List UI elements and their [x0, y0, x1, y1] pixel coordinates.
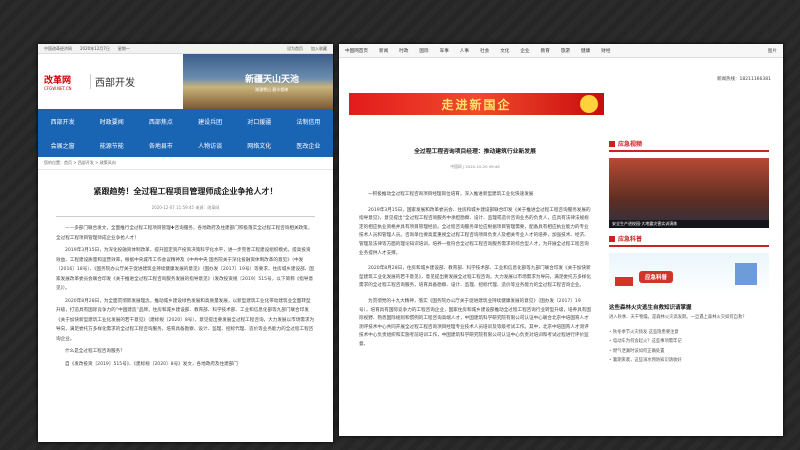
weekday-text: 星期一: [117, 46, 130, 51]
logo-cn: 改革网: [44, 75, 72, 86]
paragraph: 为贯彻党的十九大精神，落实《国务院办公厅关于促进建筑业持续健康发展的意见》（国办…: [359, 298, 591, 347]
hotline-text: 新闻热线：18211166381: [717, 77, 771, 82]
nav-link[interactable]: 军事: [440, 48, 449, 54]
sidebar-article-title[interactable]: 这些森林火灾逃生自救知识请掌握: [609, 303, 769, 311]
nav-item[interactable]: 对口援疆: [235, 117, 284, 126]
science-image[interactable]: 应急科普: [609, 253, 769, 295]
header-banner-image: 新疆天山天池 湖漫雪山 碧水相映: [183, 54, 333, 109]
nav-item[interactable]: 各地县市: [136, 141, 185, 150]
set-home-link[interactable]: 设为首页: [287, 46, 303, 51]
section-title: 西部开发: [90, 74, 135, 89]
right-top-nav: 中国网首页 新闻 时政 国际 军事 人事 社会 文化 企业 教育 旅游 健康 财…: [339, 44, 783, 58]
science-section-header: 应急科普: [609, 234, 769, 247]
paragraph: 2019年3月15日，国家发展和改革委员会、住房和城乡建设部联合印发《关于推进全…: [359, 207, 591, 256]
article-title: 全过程工程咨询项目经理：推动建筑行业新发展: [414, 149, 536, 155]
emblem-icon: [580, 95, 598, 113]
nav-item[interactable]: 会展之窗: [38, 141, 87, 150]
science-heading[interactable]: 应急科普: [618, 234, 642, 243]
nav-link[interactable]: 健康: [581, 48, 590, 54]
video-caption: 安全生产进校园·大地震灾害实训演练: [609, 220, 769, 228]
nav-link[interactable]: 财经: [601, 48, 610, 54]
article-body: 一积极推动全过程工程咨询项目经理岗位培育，深入推进新型建筑工业化快速发展 201…: [359, 191, 591, 357]
left-header: 改革网 CFGW.NET.CN 西部开发 新疆天山天池 湖漫雪山 碧水相映: [38, 54, 333, 109]
nav-link[interactable]: 人事: [460, 48, 469, 54]
paragraph: 2019年3月15日，为深化投融资体制改革，提升固定资产投资决策科学化水平，进一…: [56, 248, 314, 291]
article-meta: 中国网 | 2020-10-20 09:46: [450, 164, 500, 169]
banner-subtitle: 湖漫雪山 碧水相映: [255, 87, 289, 92]
list-item[interactable]: 暑期来袭，这些溺水预防知识请收好: [609, 356, 769, 366]
site-logo[interactable]: 改革网 CFGW.NET.CN: [44, 68, 84, 96]
left-main-nav: 西部开发 时政要闻 西部焦点 建设兵团 对口援疆 法制信用 会展之窗 能源节能 …: [38, 109, 333, 157]
nav-item[interactable]: 网络文化: [235, 141, 284, 150]
paragraph: 自《发改投资〔2019〕515号》、《建标规〔2020〕8号》发文，各地政府及住…: [65, 361, 238, 367]
list-item[interactable]: 电动车为何会起火？这些事项需牢记: [609, 337, 769, 347]
nav-item[interactable]: 法制信用: [284, 117, 333, 126]
favorite-link[interactable]: 加入收藏: [311, 46, 327, 51]
nav-link[interactable]: 时政: [399, 48, 408, 54]
logo-en: CFGW.NET.CN: [44, 85, 72, 91]
section-marker-icon: [609, 235, 615, 242]
video-thumbnail[interactable]: 安全生产进校园·大地震灾害实训演练: [609, 158, 769, 228]
video-section-header: 应急视频: [609, 139, 769, 152]
sidebar-article-desc: 进入秋季、天干物燥，是森林火灾高发期。一旦遇上森林火灾如何自救？: [609, 315, 747, 320]
divider: [56, 216, 315, 217]
article-body: ——多部门联合发文，全面推行全过程工程项目管理✚咨询服务，各地政府及住建部门积极…: [38, 222, 333, 374]
list-item[interactable]: 秋冬季节火灾频发 这些隐患要注意: [609, 328, 769, 338]
paragraph: ——多部门联合发文，全面推行全过程工程项目管理✚咨询服务，各地政府及住建部门积极…: [56, 226, 313, 241]
nav-link[interactable]: 企业: [520, 48, 529, 54]
sidebar: 应急视频 安全生产进校园·大地震灾害实训演练 应急科普 应急科普 这些森林火灾逃…: [609, 139, 769, 366]
house-icon: [735, 263, 757, 285]
article-title: 紧跟趋势！全过程工程项目管理师成企业争抢人才！: [93, 187, 278, 196]
nav-link[interactable]: 社会: [480, 48, 489, 54]
banner-title: 新疆天山天池: [245, 75, 300, 85]
left-topbar: 中国改革经济网 2020年12月7日 星期一 设为首页 加入收藏: [38, 44, 333, 54]
nav-item[interactable]: 西部开发: [38, 117, 87, 126]
nav-item[interactable]: 西部焦点: [136, 117, 185, 126]
paragraph: 2020年8月28日，住房和城乡建设部、教育部、科学技术部、工业和信息化部等九部…: [359, 266, 591, 289]
question-heading: 什么是全过程工程咨询服务？: [65, 349, 125, 354]
paragraph: 一积极推动全过程工程咨询项目经理岗位培育，深入推进新型建筑工业化快速发展: [368, 192, 534, 197]
breadcrumb[interactable]: 您的位置：首页 > 西部开发 > 政策风向: [38, 157, 333, 170]
video-heading[interactable]: 应急视频: [618, 139, 642, 148]
state-enterprise-banner[interactable]: 走进新国企: [349, 93, 604, 115]
nav-link[interactable]: 旅游: [561, 48, 570, 54]
nav-item[interactable]: 建设兵团: [186, 117, 235, 126]
nav-item[interactable]: 医改企业: [284, 141, 333, 150]
nav-link[interactable]: 国际: [419, 48, 428, 54]
sidebar-link-list: 秋冬季节火灾频发 这些隐患要注意 电动车为何会起火？这些事项需牢记 燃气泄漏时该…: [609, 328, 769, 366]
nav-link[interactable]: 中国网首页: [345, 48, 368, 54]
left-browser-panel: 中国改革经济网 2020年12月7日 星期一 设为首页 加入收藏 改革网 CFG…: [38, 44, 333, 442]
right-browser-panel: 中国网首页 新闻 时政 国际 军事 人事 社会 文化 企业 教育 旅游 健康 财…: [339, 44, 783, 436]
date-text: 2020年12月7日: [80, 46, 110, 51]
nav-link[interactable]: 文化: [500, 48, 509, 54]
paragraph: 2020年8月28日，为全面贯彻新发展理念，推动城乡建设绿色发展和高质量发展，以…: [56, 298, 315, 342]
nav-link[interactable]: 图片: [768, 48, 777, 54]
science-badge: 应急科普: [639, 271, 674, 283]
fire-truck-icon: [615, 277, 633, 286]
article-meta: 2020-12-07 11:59:45 来源：改革网: [151, 205, 220, 210]
nav-item[interactable]: 人物访谈: [186, 141, 235, 150]
section-marker-icon: [609, 140, 615, 147]
nav-item[interactable]: 能源节能: [87, 141, 136, 150]
nav-item[interactable]: 时政要闻: [87, 117, 136, 126]
site-name[interactable]: 中国改革经济网: [44, 46, 72, 51]
list-item[interactable]: 燃气泄漏时该如何正确处置: [609, 347, 769, 357]
nav-link[interactable]: 教育: [541, 48, 550, 54]
nav-link[interactable]: 新闻: [379, 48, 388, 54]
banner-text: 走进新国企: [441, 97, 512, 112]
